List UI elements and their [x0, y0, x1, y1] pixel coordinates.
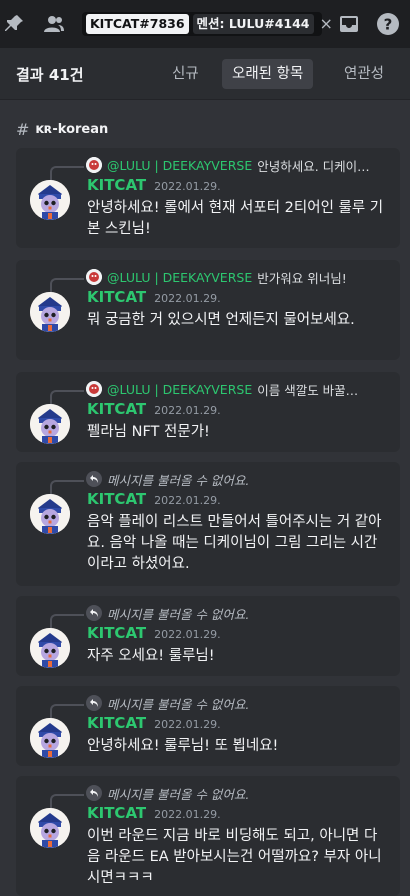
- tab-relevance[interactable]: 연관성: [334, 59, 394, 89]
- message-header: KITCAT 2022.01.29.: [87, 714, 221, 732]
- message-content: 안녕하세요! 롤에서 현재 서포터 2티어인 룰루 기본 스킨님!: [87, 200, 384, 237]
- message-content: 자주 오세요! 룰루님!: [87, 648, 215, 664]
- reply-connector: [50, 794, 84, 808]
- timestamp: 2022.01.29.: [154, 718, 221, 731]
- top-bar: KITCAT#7836 멘션: LULU#4144 × ?: [0, 0, 410, 48]
- reply-arrow-icon: [86, 695, 102, 711]
- timestamp: 2022.01.29.: [154, 404, 221, 417]
- reply-reference[interactable]: 메시지를 불러올 수 없어요.: [86, 694, 394, 712]
- channel-hash-icon: #: [16, 120, 30, 139]
- avatar[interactable]: [30, 180, 70, 220]
- reply-reference[interactable]: 메시지를 불러올 수 없어요.: [86, 784, 394, 802]
- avatar[interactable]: [30, 404, 70, 444]
- message-content: 음악 플레이 리스트 만들어서 틀어주시는 거 같아요. 음악 나올 때는 디케…: [87, 514, 382, 572]
- search-result-card[interactable]: @LULU | DEEKAYVERSE 이름 색깔도 바꿀… KITCAT 20…: [16, 372, 400, 452]
- reply-unavailable-text: 메시지를 불러올 수 없어요.: [107, 786, 250, 802]
- tab-oldest[interactable]: 오래된 항목: [222, 59, 314, 89]
- search-input[interactable]: KITCAT#7836 멘션: LULU#4144 ×: [82, 12, 333, 36]
- username[interactable]: KITCAT: [87, 400, 146, 418]
- reply-avatar: [86, 269, 102, 285]
- search-result-card[interactable]: 메시지를 불러올 수 없어요. KITCAT 2022.01.29. 자주 오세…: [16, 596, 400, 676]
- reply-unavailable-text: 메시지를 불러올 수 없어요.: [107, 696, 250, 712]
- reply-avatar: [86, 157, 102, 173]
- username[interactable]: KITCAT: [87, 804, 146, 822]
- help-icon[interactable]: ?: [376, 12, 400, 36]
- message-content: 펠라님 NFT 전문가!: [87, 424, 210, 440]
- reply-reference[interactable]: @LULU | DEEKAYVERSE 반가워요 위너님!: [86, 268, 394, 286]
- message-header: KITCAT 2022.01.29.: [87, 624, 221, 642]
- clear-search-button[interactable]: ×: [318, 16, 335, 32]
- search-result-card[interactable]: 메시지를 불러올 수 없어요. KITCAT 2022.01.29. 음악 플레…: [16, 462, 400, 586]
- message-header: KITCAT 2022.01.29.: [87, 288, 221, 306]
- avatar[interactable]: [30, 808, 70, 848]
- avatar[interactable]: [30, 718, 70, 758]
- reply-arrow-icon: [86, 785, 102, 801]
- avatar[interactable]: [30, 494, 70, 534]
- message-header: KITCAT 2022.01.29.: [87, 490, 221, 508]
- username[interactable]: KITCAT: [87, 288, 146, 306]
- search-result-card[interactable]: @LULU | DEEKAYVERSE 반가워요 위너님! KITCAT 202…: [16, 260, 400, 360]
- reply-connector: [50, 480, 84, 494]
- inbox-icon[interactable]: [337, 12, 361, 36]
- reply-reference[interactable]: @LULU | DEEKAYVERSE 이름 색깔도 바꿀…: [86, 380, 394, 398]
- channel-name: ᴋʀ-korean: [35, 122, 109, 137]
- timestamp: 2022.01.29.: [154, 494, 221, 507]
- reply-connector: [50, 704, 84, 718]
- reply-unavailable-text: 메시지를 불러올 수 없어요.: [107, 472, 250, 488]
- reply-connector: [50, 614, 84, 628]
- reply-preview-text[interactable]: 반가워요 위너님!: [257, 268, 347, 286]
- message-header: KITCAT 2022.01.29.: [87, 400, 221, 418]
- timestamp: 2022.01.29.: [154, 628, 221, 641]
- result-count: 결과 41건: [16, 66, 84, 84]
- search-result-card[interactable]: @LULU | DEEKAYVERSE 안녕하세요. 디케이… KITCAT 2…: [16, 148, 400, 248]
- reply-username[interactable]: @LULU | DEEKAYVERSE: [107, 270, 252, 285]
- reply-username[interactable]: @LULU | DEEKAYVERSE: [107, 382, 252, 397]
- avatar[interactable]: [30, 628, 70, 668]
- username[interactable]: KITCAT: [87, 714, 146, 732]
- search-result-card[interactable]: 메시지를 불러올 수 없어요. KITCAT 2022.01.29. 안녕하세요…: [16, 686, 400, 766]
- avatar[interactable]: [30, 292, 70, 332]
- username[interactable]: KITCAT: [87, 490, 146, 508]
- reply-reference[interactable]: 메시지를 불러올 수 없어요.: [86, 604, 394, 622]
- reply-connector: [50, 278, 84, 292]
- reply-preview-text[interactable]: 이름 색깔도 바꿀…: [257, 380, 358, 398]
- message-header: KITCAT 2022.01.29.: [87, 804, 221, 822]
- reply-connector: [50, 390, 84, 404]
- search-results-header: 결과 41건 신규 오래된 항목 연관성: [0, 48, 410, 100]
- pin-icon[interactable]: [2, 12, 26, 36]
- search-chip-mentions[interactable]: 멘션: LULU#4144: [192, 14, 314, 34]
- svg-text:?: ?: [384, 16, 393, 34]
- reply-avatar: [86, 381, 102, 397]
- message-header: KITCAT 2022.01.29.: [87, 176, 221, 194]
- tab-newest[interactable]: 신규: [162, 59, 209, 89]
- username[interactable]: KITCAT: [87, 624, 146, 642]
- message-content: 안녕하세요! 룰루님! 또 뵙네요!: [87, 738, 279, 754]
- search-result-card[interactable]: 메시지를 불러올 수 없어요. KITCAT 2022.01.29. 이번 라운…: [16, 776, 400, 896]
- channel-label[interactable]: # ᴋʀ-korean: [16, 120, 108, 139]
- reply-arrow-icon: [86, 605, 102, 621]
- reply-reference[interactable]: @LULU | DEEKAYVERSE 안녕하세요. 디케이…: [86, 156, 394, 174]
- reply-arrow-icon: [86, 471, 102, 487]
- members-icon[interactable]: [42, 12, 66, 36]
- reply-unavailable-text: 메시지를 불러올 수 없어요.: [107, 606, 250, 622]
- username[interactable]: KITCAT: [87, 176, 146, 194]
- message-content: 뭐 궁금한 거 있으시면 언제든지 물어보세요.: [87, 312, 355, 328]
- reply-preview-text[interactable]: 안녕하세요. 디케이…: [257, 156, 369, 174]
- timestamp: 2022.01.29.: [154, 808, 221, 821]
- search-results-list: # ᴋʀ-korean @LULU | DEEKAYVERSE 안녕하세요. 디…: [0, 100, 410, 896]
- reply-connector: [50, 166, 84, 180]
- reply-username[interactable]: @LULU | DEEKAYVERSE: [107, 158, 252, 173]
- timestamp: 2022.01.29.: [154, 292, 221, 305]
- reply-reference[interactable]: 메시지를 불러올 수 없어요.: [86, 470, 394, 488]
- search-chip-from[interactable]: KITCAT#7836: [86, 14, 189, 34]
- timestamp: 2022.01.29.: [154, 180, 221, 193]
